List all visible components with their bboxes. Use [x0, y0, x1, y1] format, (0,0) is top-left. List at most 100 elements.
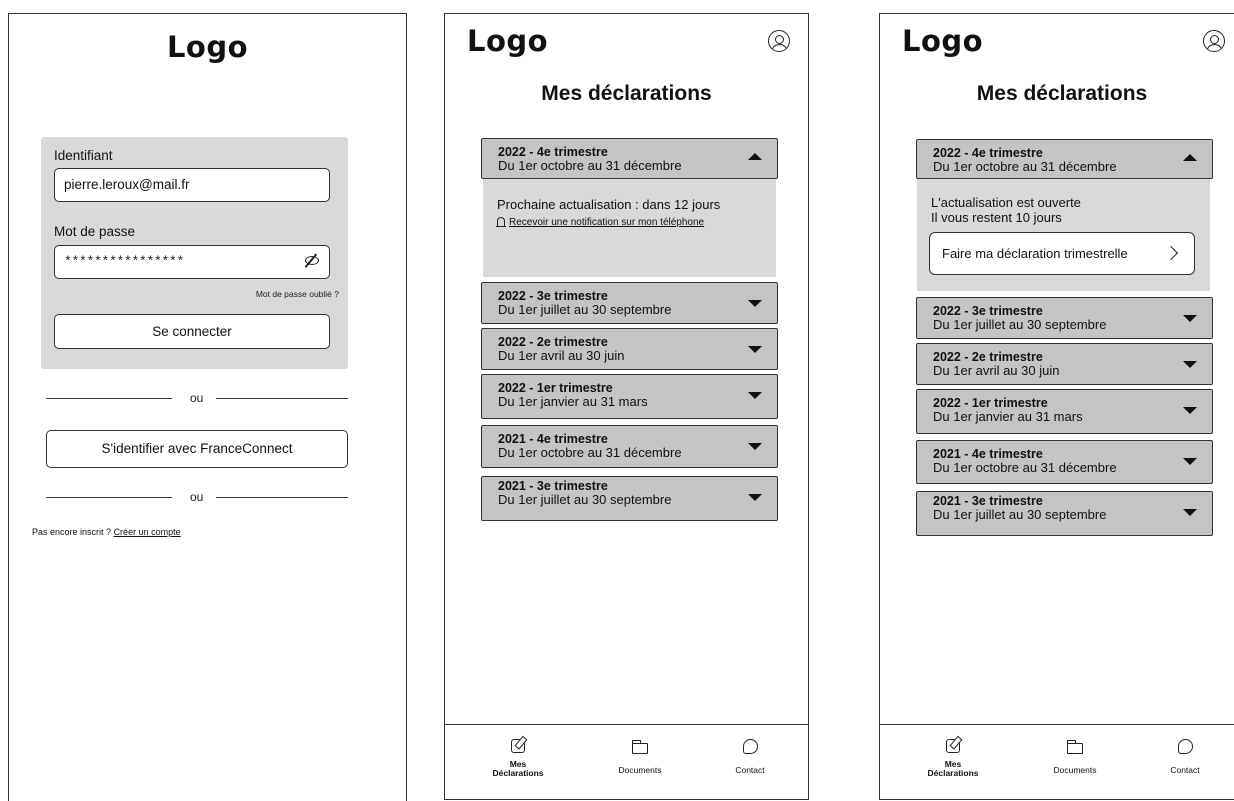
- nav-label-declarations-line2: Déclarations: [492, 768, 544, 778]
- chevron-down-icon: [748, 392, 762, 399]
- accordion-item[interactable]: 2022 - 2e trimestre Du 1er avril au 30 j…: [916, 343, 1213, 385]
- login-screen: Logo Identifiant pierre.leroux@mail.fr M…: [8, 13, 407, 801]
- quarter-range: Du 1er avril au 30 juin: [498, 348, 625, 363]
- bell-icon: [496, 217, 506, 227]
- chevron-down-icon: [748, 443, 762, 450]
- account-icon[interactable]: [1203, 30, 1225, 52]
- quarter-title: 2021 - 3e trimestre: [933, 494, 1043, 508]
- quarter-title: 2022 - 2e trimestre: [498, 335, 608, 349]
- create-account-link[interactable]: Créer un compte: [114, 527, 181, 537]
- login-form: Identifiant pierre.leroux@mail.fr Mot de…: [41, 137, 348, 369]
- quarter-range: Du 1er juillet au 30 septembre: [498, 302, 672, 317]
- quarter-range: Du 1er octobre au 31 décembre: [933, 159, 1117, 174]
- quarter-title: 2021 - 4e trimestre: [933, 447, 1043, 461]
- nav-item-documents[interactable]: Documents: [595, 725, 685, 801]
- quarter-range: Du 1er juillet au 30 septembre: [498, 492, 672, 507]
- quarter-range: Du 1er janvier au 31 mars: [933, 409, 1083, 424]
- accordion-item[interactable]: 2022 - 3e trimestre Du 1er juillet au 30…: [916, 297, 1213, 339]
- accordion-item[interactable]: 2022 - 1er trimestre Du 1er janvier au 3…: [481, 374, 778, 419]
- quarter-title: 2022 - 1er trimestre: [933, 396, 1048, 410]
- accordion-item[interactable]: 2021 - 4e trimestre Du 1er octobre au 31…: [481, 425, 778, 468]
- logo: Logo: [166, 30, 249, 64]
- quarter-range: Du 1er juillet au 30 septembre: [933, 317, 1107, 332]
- declarations-screen-open: Logo Mes déclarations L'actualisation es…: [879, 13, 1234, 800]
- nav-label-contact: Contact: [1170, 765, 1200, 775]
- nav-label-documents: Documents: [618, 765, 662, 775]
- page-title: Mes déclarations: [976, 82, 1148, 105]
- bottom-nav: Mes Déclarations Documents Contact: [880, 724, 1234, 801]
- chevron-down-icon: [1183, 315, 1197, 322]
- signup-line: Pas encore inscrit ? Créer un compte: [32, 527, 181, 537]
- quarter-title: 2021 - 4e trimestre: [498, 432, 608, 446]
- password-field[interactable]: ****************: [54, 245, 330, 279]
- quarter-title: 2021 - 3e trimestre: [498, 479, 608, 493]
- quarter-title: 2022 - 1er trimestre: [498, 381, 613, 395]
- nav-item-contact[interactable]: Contact: [705, 725, 795, 801]
- password-label: Mot de passe: [54, 224, 136, 239]
- nav-label-contact: Contact: [735, 765, 765, 775]
- connect-button[interactable]: Se connecter: [54, 314, 330, 349]
- accordion-item[interactable]: 2022 - 4e trimestre Du 1er octobre au 31…: [916, 139, 1213, 179]
- quarter-title: 2022 - 4e trimestre: [933, 146, 1043, 160]
- notification-link-label: Recevoir une notification sur mon téléph…: [509, 217, 705, 228]
- accordion-item[interactable]: 2022 - 4e trimestre Du 1er octobre au 31…: [481, 138, 778, 179]
- nav-item-documents[interactable]: Documents: [1030, 725, 1120, 801]
- separator-text: ou: [190, 490, 204, 504]
- accordion-item[interactable]: 2022 - 2e trimestre Du 1er avril au 30 j…: [481, 328, 778, 370]
- pencil-icon: [946, 739, 960, 753]
- chevron-down-icon: [1183, 407, 1197, 414]
- accordion-item[interactable]: 2021 - 3e trimestre Du 1er juillet au 30…: [481, 476, 778, 521]
- identifier-label: Identifiant: [54, 148, 113, 163]
- bottom-nav: Mes Déclarations Documents Contact: [445, 724, 808, 801]
- chevron-down-icon: [1183, 458, 1197, 465]
- chat-icon: [1178, 739, 1193, 754]
- quarter-range: Du 1er octobre au 31 décembre: [933, 460, 1117, 475]
- quarter-title: 2022 - 3e trimestre: [498, 289, 608, 303]
- quarter-title: 2022 - 4e trimestre: [498, 145, 608, 159]
- quarter-range: Du 1er octobre au 31 décembre: [498, 158, 682, 173]
- declare-button-label: Faire ma déclaration trimestrelle: [942, 246, 1128, 261]
- accordion-item[interactable]: 2021 - 4e trimestre Du 1er octobre au 31…: [916, 440, 1213, 484]
- logo: Logo: [902, 24, 984, 58]
- expanded-panel: Prochaine actualisation : dans 12 jours …: [483, 177, 776, 277]
- declare-quarterly-button[interactable]: Faire ma déclaration trimestrelle: [929, 232, 1195, 275]
- identifier-field[interactable]: pierre.leroux@mail.fr: [54, 168, 330, 202]
- account-icon[interactable]: [768, 30, 790, 52]
- nav-label-documents: Documents: [1053, 765, 1097, 775]
- declarations-screen-upcoming: Logo Mes déclarations Prochaine actualis…: [444, 13, 809, 800]
- separator-line: [46, 497, 172, 498]
- nav-item-declarations[interactable]: Mes Déclarations: [908, 725, 998, 801]
- logo: Logo: [467, 24, 549, 58]
- chevron-down-icon: [748, 494, 762, 501]
- nav-item-contact[interactable]: Contact: [1140, 725, 1230, 801]
- chat-icon: [743, 739, 758, 754]
- quarter-range: Du 1er octobre au 31 décembre: [498, 445, 682, 460]
- password-value: ****************: [64, 254, 185, 269]
- forgot-password-link[interactable]: Mot de passe oublié ?: [256, 289, 339, 299]
- page-title: Mes déclarations: [541, 82, 712, 105]
- chevron-down-icon: [748, 300, 762, 307]
- accordion-item[interactable]: 2021 - 3e trimestre Du 1er juillet au 30…: [916, 491, 1213, 536]
- accordion-item[interactable]: 2022 - 3e trimestre Du 1er juillet au 30…: [481, 282, 778, 324]
- chevron-down-icon: [1183, 361, 1197, 368]
- next-update-text: Prochaine actualisation : dans 12 jours: [497, 197, 721, 212]
- folder-icon: [631, 740, 648, 754]
- quarter-range: Du 1er juillet au 30 septembre: [933, 507, 1107, 522]
- accordion-item[interactable]: 2022 - 1er trimestre Du 1er janvier au 3…: [916, 389, 1213, 434]
- quarter-title: 2022 - 3e trimestre: [933, 304, 1043, 318]
- notification-link[interactable]: Recevoir une notification sur mon téléph…: [496, 217, 705, 228]
- nav-item-declarations[interactable]: Mes Déclarations: [473, 725, 563, 801]
- separator-text: ou: [190, 391, 204, 405]
- chevron-up-icon: [748, 153, 762, 160]
- open-status-text: L'actualisation est ouverte: [931, 195, 1081, 210]
- identifier-value: pierre.leroux@mail.fr: [64, 177, 190, 192]
- separator-line: [216, 497, 348, 498]
- separator-line: [216, 398, 348, 399]
- quarter-title: 2022 - 2e trimestre: [933, 350, 1043, 364]
- chevron-up-icon: [1183, 154, 1197, 161]
- signup-prefix: Pas encore inscrit ?: [32, 527, 112, 537]
- franceconnect-button[interactable]: S'identifier avec FranceConnect: [46, 430, 348, 468]
- eye-off-icon[interactable]: [305, 256, 319, 265]
- nav-label-declarations-line2: Déclarations: [927, 768, 979, 778]
- days-left-text: Il vous restent 10 jours: [931, 210, 1062, 225]
